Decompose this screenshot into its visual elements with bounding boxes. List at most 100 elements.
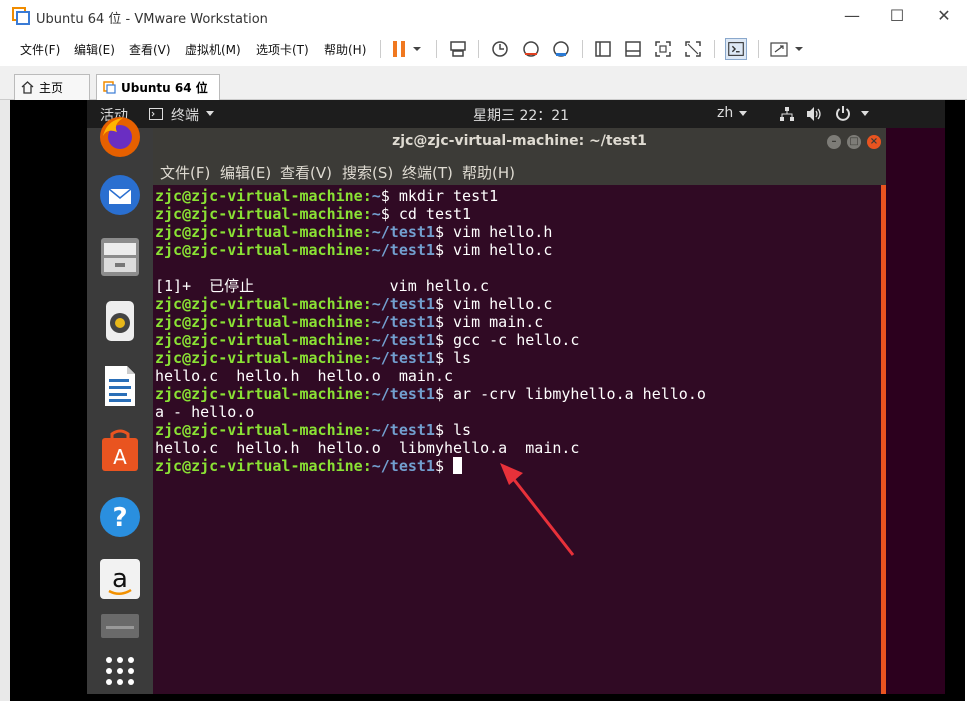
unity-icon[interactable] [682, 38, 704, 60]
sidebar-view-icon[interactable] [592, 38, 614, 60]
terminal-output[interactable]: zjc@zjc-virtual-machine:~$ mkdir test1 zj… [155, 187, 880, 692]
maximize-button[interactable]: ☐ [885, 6, 909, 25]
vmware-logo-icon [12, 7, 30, 25]
writer-icon[interactable] [97, 363, 143, 409]
help-icon[interactable]: ? [97, 494, 143, 540]
prompt-dollar: $ [380, 187, 399, 205]
toolbar-separator [436, 40, 437, 58]
menu-view[interactable]: 查看(V) [129, 41, 171, 58]
menu-tabs[interactable]: 选项卡(T) [256, 41, 309, 58]
console-view-icon[interactable] [725, 38, 747, 60]
thunderbird-icon[interactable] [97, 172, 143, 218]
terminal-menu-edit[interactable]: 编辑(E) [220, 162, 271, 183]
thumbnail-view-icon[interactable] [622, 38, 644, 60]
prompt-user: zjc@zjc-virtual-machine [155, 241, 363, 259]
prompt-path: ~/test1 [371, 457, 435, 475]
terminal-line: zjc@zjc-virtual-machine:~/test1$ gcc -c … [155, 331, 880, 349]
prompt-path: ~/test1 [371, 241, 435, 259]
minimize-button[interactable]: – [827, 135, 841, 149]
minimize-button[interactable]: — [840, 6, 864, 25]
chevron-down-icon [206, 111, 214, 116]
output-text: [1]+ 已停止 vim hello.c [155, 277, 489, 295]
network-icon[interactable] [779, 106, 795, 122]
stretch-view-icon[interactable] [768, 38, 790, 60]
amazon-icon[interactable]: a [97, 556, 143, 602]
pause-icon[interactable] [388, 38, 410, 60]
close-button[interactable]: ✕ [932, 6, 956, 25]
prompt-path: ~/test1 [371, 349, 435, 367]
terminal-line: a - hello.o [155, 403, 880, 421]
prompt-dollar: $ [434, 241, 454, 259]
tab-ubuntu[interactable]: Ubuntu 64 位 [96, 74, 220, 100]
command-text: ar -crv libmyhello.a hello.o [453, 385, 706, 403]
prompt-colon: : [362, 241, 372, 259]
clock[interactable]: 星期三 22：21 [473, 105, 569, 125]
terminal-titlebar: zjc@zjc-virtual-machine: ~/test1 – □ × [153, 128, 886, 156]
terminal-line: zjc@zjc-virtual-machine:~/test1$ vim hel… [155, 295, 880, 313]
menu-bar: 文件(F) 编辑(E) 查看(V) 虚拟机(M) 选项卡(T) 帮助(H) [0, 32, 967, 66]
prompt-colon: : [362, 205, 372, 223]
files-icon[interactable] [97, 234, 143, 280]
prompt-dollar: $ [380, 205, 399, 223]
input-method-indicator[interactable]: zh [717, 105, 733, 121]
terminal-scrollbar[interactable] [881, 185, 886, 694]
ubuntu-dock: A ? a [87, 117, 153, 694]
revert-snapshot-icon[interactable] [520, 38, 542, 60]
vm-icon [103, 81, 116, 94]
prompt-colon: : [362, 187, 372, 205]
prompt-path: ~/test1 [371, 385, 435, 403]
terminal-menu-help[interactable]: 帮助(H) [462, 162, 515, 183]
fullscreen-icon[interactable] [652, 38, 674, 60]
command-text: ls [453, 421, 472, 439]
output-text: a - hello.o [155, 403, 255, 421]
menu-file[interactable]: 文件(F) [20, 41, 60, 58]
chevron-down-icon[interactable] [410, 38, 424, 60]
toolbar-separator [582, 40, 583, 58]
volume-icon[interactable] [806, 106, 823, 122]
svg-text:?: ? [112, 503, 127, 533]
tab-home[interactable]: 主页 [14, 74, 90, 100]
snapshot-manager-icon[interactable] [550, 38, 572, 60]
window-titlebar: Ubuntu 64 位 - VMware Workstation — ☐ ✕ [0, 0, 967, 32]
command-text: gcc -c hello.c [453, 331, 580, 349]
terminal-menu-search[interactable]: 搜索(S) [342, 162, 393, 183]
ubuntu-top-bar: 活动 终端 星期三 22：21 zh [87, 100, 945, 128]
prompt-path: ~/test1 [371, 295, 435, 313]
terminal-cursor [453, 457, 463, 474]
window-title: Ubuntu 64 位 - VMware Workstation [36, 12, 268, 27]
rhythmbox-icon[interactable] [97, 298, 143, 344]
maximize-button[interactable]: □ [847, 135, 861, 149]
close-button[interactable]: × [867, 135, 881, 149]
app-menu[interactable]: 终端 [171, 105, 199, 125]
show-applications-icon[interactable] [97, 648, 143, 694]
menu-help[interactable]: 帮助(H) [324, 41, 366, 58]
menu-vm[interactable]: 虚拟机(M) [185, 41, 241, 58]
command-text: ls [453, 349, 472, 367]
power-icon[interactable] [835, 105, 851, 121]
send-keys-icon[interactable] [447, 38, 469, 60]
terminal-line: zjc@zjc-virtual-machine:~/test1$ ls [155, 349, 880, 367]
terminal-menu-bar: 文件(F) 编辑(E) 查看(V) 搜索(S) 终端(T) 帮助(H) [153, 156, 886, 185]
terminal-menu-file[interactable]: 文件(F) [160, 162, 210, 183]
prompt-dollar: $ [434, 421, 454, 439]
terminal-menu-terminal[interactable]: 终端(T) [402, 162, 453, 183]
toolbar-separator [380, 40, 381, 58]
prompt-path: ~/test1 [371, 313, 435, 331]
prompt-path: ~ [371, 205, 381, 223]
chevron-down-icon[interactable] [792, 38, 806, 60]
terminal-app-icon [149, 108, 163, 120]
command-text: cd test1 [398, 205, 472, 223]
terminal-line: zjc@zjc-virtual-machine:~/test1$ ar -crv… [155, 385, 880, 403]
firefox-icon[interactable] [97, 114, 143, 160]
prompt-dollar: $ [434, 331, 454, 349]
prompt-path: ~/test1 [371, 223, 435, 241]
menu-edit[interactable]: 编辑(E) [74, 41, 115, 58]
svg-text:A: A [113, 445, 127, 469]
terminal-line: zjc@zjc-virtual-machine:~/test1$ vim hel… [155, 223, 880, 241]
prompt-user: zjc@zjc-virtual-machine [155, 331, 363, 349]
terminal-menu-view[interactable]: 查看(V) [280, 162, 332, 183]
software-icon[interactable]: A [97, 428, 143, 474]
snapshot-icon[interactable] [489, 38, 511, 60]
prompt-user: zjc@zjc-virtual-machine [155, 421, 363, 439]
tab-home-label: 主页 [39, 81, 64, 95]
